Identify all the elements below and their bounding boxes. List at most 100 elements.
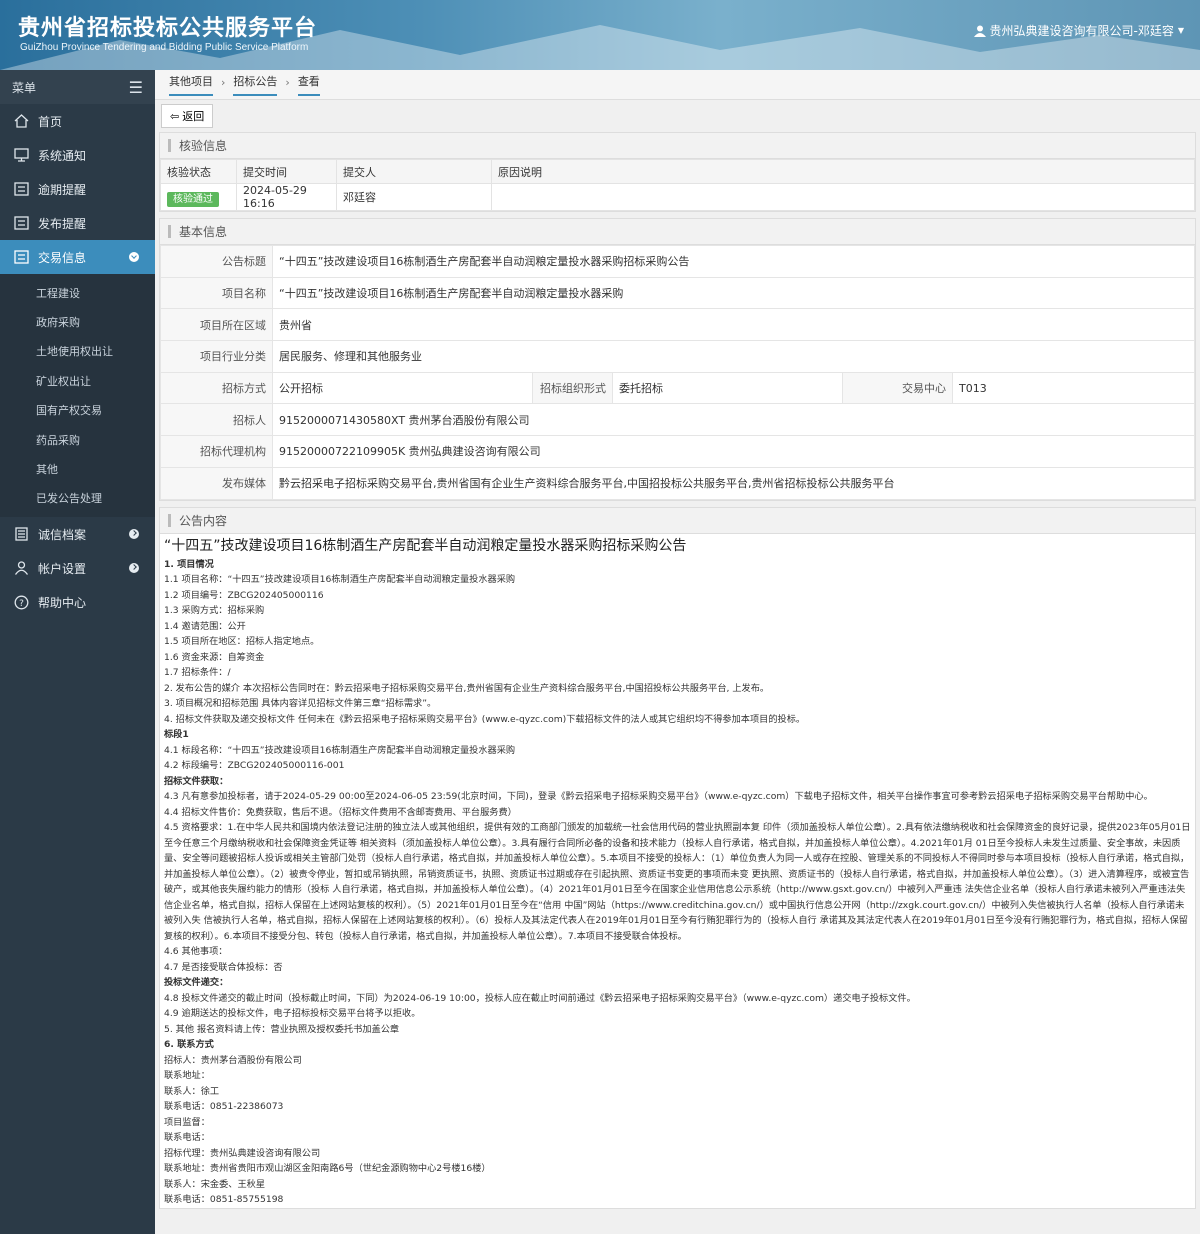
- field-value: 委托招标: [612, 371, 843, 405]
- announcement-line: 1.6 资金来源：自筹资金: [164, 651, 265, 663]
- sidebar-item-label: 诚信档案: [38, 527, 87, 542]
- main-content: 其他项目 › 招标公告 › 查看 ⇦ 返回 核验信息 核验状态 提交时间 提交人…: [155, 70, 1200, 1234]
- announcement-body: “十四五”技改建设项目16栋制酒生产房配套半自动润粮定量投水器采购招标采购公告 …: [160, 534, 1195, 1208]
- reason: [491, 183, 1195, 211]
- field-label: 项目行业分类: [160, 340, 273, 373]
- breadcrumb-item[interactable]: 查看: [297, 73, 320, 96]
- submenu-item[interactable]: 药品采购: [0, 425, 155, 454]
- announcement-line: 联系地址：: [164, 1070, 210, 1081]
- sidebar-item-label: 交易信息: [38, 250, 87, 265]
- announcement-line: 1.3 采购方式：招标采购: [164, 605, 265, 616]
- field-value: 黔云招采电子招标采购交易平台,贵州省国有企业生产资料综合服务平台,中国招投标公共…: [272, 466, 1195, 500]
- field-label: 招标代理机构: [160, 435, 273, 468]
- field-value: “十四五”技改建设项目16栋制酒生产房配套半自动润粮定量投水器采购: [272, 276, 1195, 310]
- user-icon: [973, 25, 986, 37]
- chevron-right-icon: [129, 529, 139, 540]
- basic-info-table: 公告标题 “十四五”技改建设项目16栋制酒生产房配套半自动润粮定量投水器采购招标…: [160, 245, 1195, 500]
- announcement-line: 2. 发布公告的媒介 本次招标公告同时在：黔云招采电子招标采购交易平台,贵州省国…: [164, 682, 770, 694]
- announcement-line: 4.8 投标文件递交的截止时间（投标截止时间，下同）为2024-06-19 10…: [164, 992, 916, 1004]
- user-icon: [12, 560, 30, 576]
- announcement-line: 4.9 逾期送达的投标文件，电子招标投标交易平台将予以拒收。: [164, 1008, 421, 1019]
- announcement-line: 4. 招标文件获取及递交投标文件 任何未在《黔云招采电子招标采购交易平台》(ww…: [164, 713, 806, 725]
- sidebar-item-label: 逾期提醒: [38, 182, 87, 197]
- submitter: 邓廷容: [336, 183, 492, 211]
- submenu-item[interactable]: 土地使用权出让: [0, 337, 155, 366]
- submenu-item[interactable]: 政府采购: [0, 307, 155, 336]
- field-label: 发布媒体: [160, 466, 273, 500]
- announcement-line: 招标文件获取：: [164, 775, 229, 787]
- field-label: 招标人: [160, 403, 273, 437]
- announcement-line: 投标文件递交：: [164, 977, 229, 988]
- sidebar-item-label: 帐户设置: [38, 561, 87, 576]
- site-title: 贵州省招标投标公共服务平台: [18, 16, 318, 41]
- field-value: 贵州省: [272, 308, 1195, 342]
- announcement-line: 4.6 其他事项：: [164, 946, 228, 957]
- back-label: 返回: [182, 111, 205, 123]
- hamburger-icon[interactable]: ☰: [129, 78, 143, 97]
- sidebar-item-label: 帮助中心: [38, 595, 87, 610]
- announcement-line: 联系电话：0851-22386073: [164, 1101, 284, 1112]
- announcement-line: 1.1 项目名称：“十四五”技改建设项目16栋制酒生产房配套半自动润粮定量投水器…: [164, 574, 516, 585]
- home-icon: [12, 113, 30, 129]
- announcement-line: 4.2 标段编号：ZBCG202405000116-001: [164, 760, 345, 771]
- field-label: 交易中心: [842, 371, 953, 405]
- submenu-item[interactable]: 矿业权出让: [0, 366, 155, 395]
- breadcrumb: 其他项目 › 招标公告 › 查看: [155, 70, 1200, 100]
- sidebar-item-publish[interactable]: 发布提醒: [0, 206, 155, 240]
- list-icon: [12, 181, 30, 197]
- sidebar-item-help[interactable]: ? 帮助中心: [0, 585, 155, 619]
- announcement-line: 1.4 邀请范围：公开: [164, 620, 246, 632]
- sidebar-header: 菜单 ☰: [0, 70, 155, 104]
- column-header: 提交时间: [236, 159, 337, 184]
- field-value: 居民服务、修理和其他服务业: [272, 340, 1195, 373]
- basic-info-panel: 基本信息 公告标题 “十四五”技改建设项目16栋制酒生产房配套半自动润粮定量投水…: [159, 218, 1196, 501]
- back-button[interactable]: ⇦ 返回: [161, 104, 214, 128]
- announcement-line: 联系电话：: [164, 1132, 210, 1143]
- field-value: 9152000071430580XT 贵州茅台酒股份有限公司: [272, 403, 1195, 437]
- chevron-right-icon: ›: [285, 75, 290, 89]
- sidebar: 菜单 ☰ 首页 系统通知 逾期提醒 发布提醒 交易信息 工程建设 政府采购 土地…: [0, 70, 155, 1234]
- announcement-line: 1.5 项目所在地区：招标人指定地点。: [164, 636, 320, 647]
- announcement-line: 5. 其他 报名资料请上传：营业执照及授权委托书加盖公章: [164, 1023, 400, 1035]
- sidebar-item-label: 发布提醒: [38, 216, 87, 231]
- panel-title: 公告内容: [160, 507, 1195, 534]
- field-label: 招标方式: [160, 371, 273, 405]
- announcement-title: “十四五”技改建设项目16栋制酒生产房配套半自动润粮定量投水器采购招标采购公告: [164, 537, 687, 554]
- announcement-line: 联系人：徐工: [164, 1085, 220, 1097]
- sidebar-item-account[interactable]: 帐户设置: [0, 551, 155, 585]
- announcement-line: 联系电话：0851-85755198: [164, 1194, 284, 1205]
- field-value: “十四五”技改建设项目16栋制酒生产房配套半自动润粮定量投水器采购招标采购公告: [272, 245, 1195, 278]
- sidebar-item-trading[interactable]: 交易信息: [0, 240, 155, 274]
- submenu-item[interactable]: 其他: [0, 454, 155, 483]
- monitor-icon: [12, 147, 30, 163]
- announcement-line: 联系人：宋金委、王秋星: [164, 1178, 266, 1190]
- submenu-item[interactable]: 国有产权交易: [0, 396, 155, 425]
- verify-panel: 核验信息 核验状态 提交时间 提交人 原因说明 核验通过 2024-05-29 …: [159, 132, 1196, 212]
- sidebar-item-notices[interactable]: 系统通知: [0, 138, 155, 172]
- page-header: 贵州省招标投标公共服务平台 GuiZhou Province Tendering…: [0, 0, 1200, 70]
- field-value: 公开招标: [272, 371, 533, 405]
- trading-submenu: 工程建设 政府采购 土地使用权出让 矿业权出让 国有产权交易 药品采购 其他 已…: [0, 274, 155, 518]
- user-name: 贵州弘典建设咨询有限公司-邓廷容: [989, 24, 1174, 38]
- submenu-item[interactable]: 已发公告处理: [0, 484, 155, 513]
- sidebar-item-home[interactable]: 首页: [0, 104, 155, 138]
- announcement-line: 项目监督：: [164, 1116, 210, 1128]
- announcement-line: 4.3 凡有意参加投标者，请于2024-05-29 00:00至2024-06-…: [164, 791, 1153, 802]
- breadcrumb-item[interactable]: 其他项目: [169, 73, 213, 96]
- panel-title: 基本信息: [160, 219, 1195, 245]
- column-header: 提交人: [336, 159, 492, 184]
- sidebar-item-credit[interactable]: 诚信档案: [0, 517, 155, 551]
- announcement-line: 6. 联系方式: [164, 1039, 214, 1050]
- announcement-line: 4.1 标段名称：“十四五”技改建设项目16栋制酒生产房配套半自动润粮定量投水器…: [164, 744, 516, 756]
- field-value: 91520000722109905K 贵州弘典建设咨询有限公司: [272, 435, 1195, 468]
- announcement-line: 招标人：贵州茅台酒股份有限公司: [164, 1054, 302, 1066]
- sidebar-item-overdue[interactable]: 逾期提醒: [0, 172, 155, 206]
- chevron-down-icon: [129, 252, 139, 262]
- chevron-right-icon: [129, 563, 139, 574]
- sidebar-item-label: 首页: [38, 114, 63, 129]
- chevron-right-icon: ›: [221, 75, 226, 89]
- submenu-item[interactable]: 工程建设: [0, 278, 155, 307]
- breadcrumb-item[interactable]: 招标公告: [233, 73, 278, 96]
- user-menu[interactable]: 贵州弘典建设咨询有限公司-邓廷容 ▼: [973, 22, 1184, 39]
- sidebar-item-label: 系统通知: [38, 148, 87, 163]
